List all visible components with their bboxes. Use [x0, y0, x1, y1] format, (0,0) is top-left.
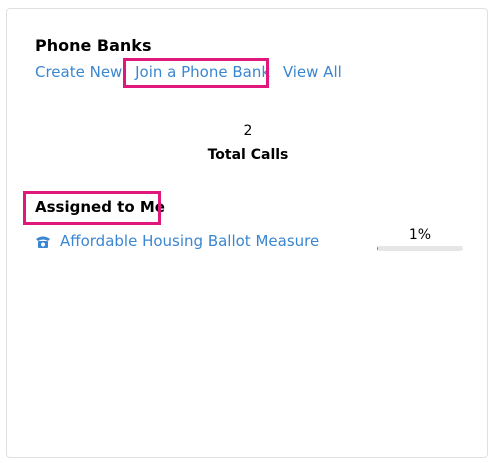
- card-title: Phone Banks: [35, 36, 152, 55]
- progress-track: [377, 246, 463, 251]
- total-calls-value: 2: [243, 123, 253, 139]
- view-all-link[interactable]: View All: [283, 63, 342, 81]
- assigned-highlight-box: [23, 191, 161, 225]
- phone-icon: [35, 234, 51, 248]
- phone-bank-link[interactable]: Affordable Housing Ballot Measure: [60, 232, 319, 250]
- phone-banks-card: Phone Banks Create New Join a Phone Bank…: [6, 8, 488, 458]
- join-highlight-box: [123, 58, 269, 88]
- progress-percent: 1%: [408, 227, 432, 243]
- progress-fill: [377, 246, 378, 251]
- total-calls-label: Total Calls: [207, 147, 289, 163]
- create-new-link[interactable]: Create New: [35, 63, 122, 81]
- progress: 1%: [377, 227, 463, 251]
